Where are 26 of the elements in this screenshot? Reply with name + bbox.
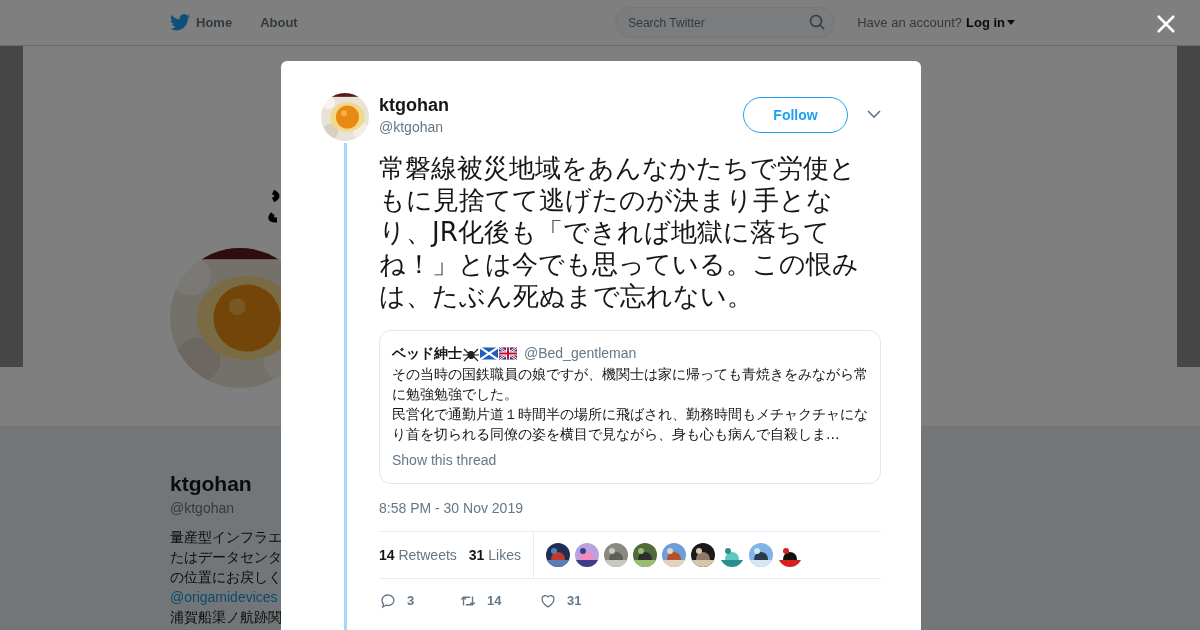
stat-count[interactable]: 14 Retweets — [379, 544, 457, 566]
nav-link[interactable]: Home — [170, 12, 233, 33]
quoted-text: 民営化で通勤片道１時間半の場所に飛ばされ、勤務時間もメチャクチャになり首を切られる同僚の姿を横目で見ながら、身も心も病んで自殺しま… — [392, 405, 868, 444]
bird-icon — [170, 14, 190, 31]
action-count: 3 — [407, 592, 415, 610]
login-button[interactable]: Log in — [966, 12, 1015, 33]
stat-count[interactable]: 31 Likes — [468, 544, 521, 566]
account-prompt: Have an account? — [857, 13, 962, 32]
search-field[interactable]: Search Twitter — [615, 7, 836, 38]
quoted-tweet[interactable]: ベッド紳士 @Bed_gentleman その当時の国鉄職員の娘ですが、機関士は家に帰っても青焼きをみながら常に勉強勉強でした。 民営化で通勤片道１時間半の場所に飛ばされ、勤務時間もメチャクチャになり首を切られる同僚の姿を横目で見ながら、身も心も病んで自殺しま… Show this thread — [379, 330, 881, 484]
close-icon — [1156, 14, 1176, 34]
bio-line: 浦賀船渠ノ航跡関 — [170, 608, 282, 627]
quoted-text: その当時の国鉄職員の娘ですが、機関士は家に帰っても青焼きをみながら常に勉強勉強でした。 — [392, 365, 868, 404]
search-icon[interactable] — [809, 14, 826, 30]
reply-icon[interactable] — [379, 591, 397, 610]
profile-handle: @ktgohan — [170, 499, 235, 518]
profile-name: ktgohan — [170, 471, 252, 497]
nav-link[interactable]: About — [260, 12, 298, 33]
bio-line: 量産型インフラエ — [170, 528, 282, 547]
timestamp: 8:58 PM - 30 Nov 2019 — [379, 499, 524, 518]
bio-line: たはデータセンタ — [170, 548, 282, 567]
caret-icon — [1007, 20, 1015, 25]
show-thread-link[interactable]: Show this thread — [392, 450, 868, 471]
bio-line: の位置にお戻しく — [170, 568, 282, 587]
action-count: 31 — [567, 592, 582, 610]
action-count: 14 — [487, 592, 502, 610]
